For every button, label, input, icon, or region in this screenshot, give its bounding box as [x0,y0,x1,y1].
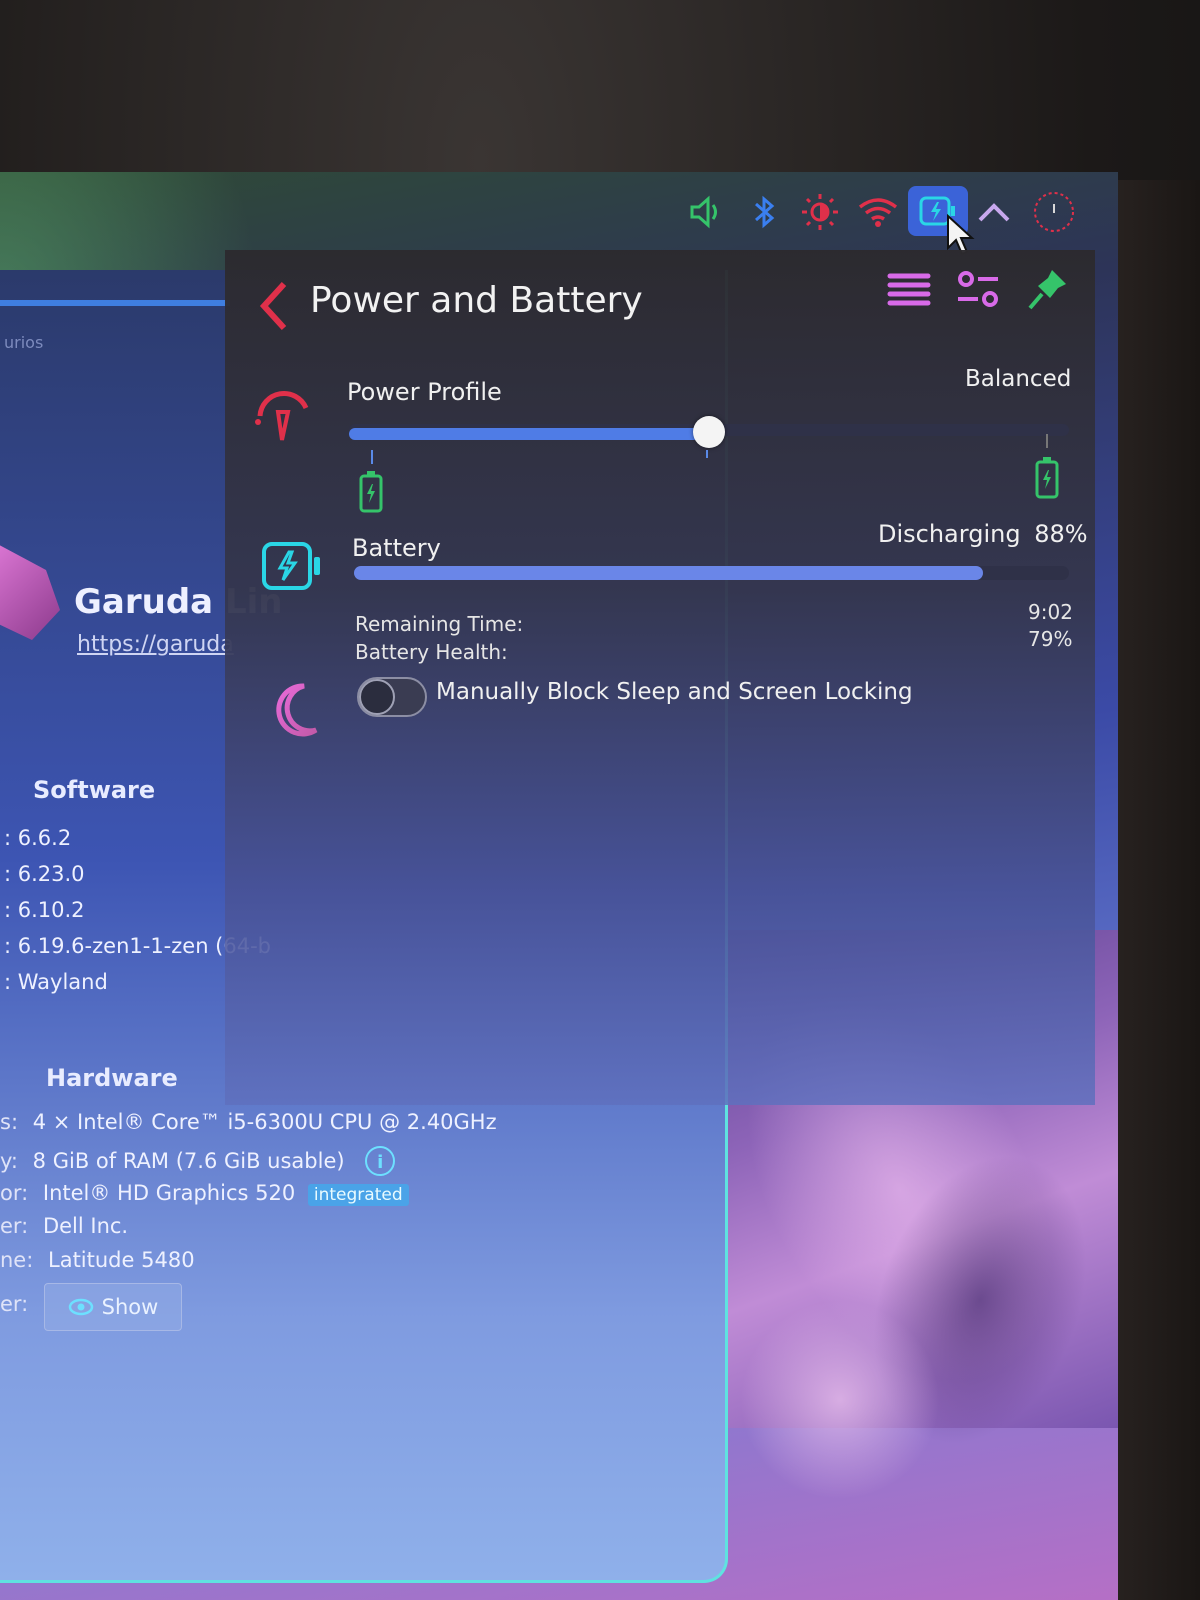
hardware-row-product: ne: Latitude 5480 [0,1248,195,1272]
hardware-key: ne: [0,1248,34,1272]
moon-icon [276,683,318,737]
hardware-row-memory: y: 8 GiB of RAM (7.6 GiB usable) i [0,1146,396,1176]
hardware-value: Dell Inc. [42,1214,129,1238]
hardware-value: 4 × Intel® Core™ i5-6300U CPU @ 2.40GHz [32,1110,497,1134]
hardware-key: er: [0,1292,29,1316]
window-accent-strip [0,300,230,306]
battery-percent: 88% [1034,520,1088,548]
slider-tick [706,450,708,458]
slider-tick [371,450,373,464]
battery-status-text: Discharging [878,520,1021,548]
power-profile-slider-handle[interactable] [693,416,725,448]
settings-sliders-icon[interactable] [954,268,1002,312]
hardware-value: 8 GiB of RAM (7.6 GiB usable) [32,1149,345,1173]
power-profile-fill [349,428,709,440]
wallpaper-feather [740,1300,940,1500]
sleep-block-toggle[interactable] [357,677,427,717]
battery-health-value: 79% [1028,627,1073,651]
slider-tick [1046,434,1048,448]
battery-status: Discharging 88% [878,520,1088,548]
wifi-icon[interactable] [856,190,900,234]
expand-arrow-icon[interactable] [972,190,1016,234]
bluetooth-icon[interactable] [742,190,786,234]
remaining-time-value: 9:02 [1028,600,1073,624]
power-saver-battery-icon[interactable] [358,470,384,514]
power-profile-value: Balanced [965,366,1072,392]
hardware-row-manufacturer: er: Dell Inc. [0,1214,128,1238]
sleep-block-label: Manually Block Sleep and Screen Locking [436,679,913,705]
software-row-graphics: : Wayland [4,970,108,994]
info-icon[interactable]: i [365,1146,396,1176]
battery-level-fill [354,566,983,580]
remaining-time-label: Remaining Time: [355,612,524,636]
hardware-row-serial: er: [0,1292,28,1316]
battery-label: Battery [352,534,441,562]
clock-icon[interactable] [1032,190,1076,234]
power-profile-gauge-icon [255,390,309,441]
show-button-label: Show [101,1295,159,1319]
hardware-key: er: [0,1214,29,1238]
eye-icon [68,1298,93,1316]
performance-battery-icon[interactable] [1034,456,1060,500]
os-url-link[interactable]: https://garuda [77,632,234,657]
hardware-key: y: [0,1149,18,1173]
software-row-qt: : 6.10.2 [4,898,85,922]
power-profile-label: Power Profile [347,378,502,406]
hardware-key: s: [0,1110,19,1134]
back-arrow-icon[interactable] [254,280,294,332]
hardware-key: or: [0,1181,29,1205]
menu-icon[interactable] [886,270,932,310]
hardware-heading: Hardware [46,1064,178,1092]
show-serial-button[interactable]: Show [44,1283,182,1331]
software-heading: Software [33,776,156,804]
hardware-row-gpu: or: Intel® HD Graphics 520 integrated [0,1181,409,1206]
system-tray [680,186,1090,238]
pin-icon[interactable] [1026,266,1070,312]
popup-title: Power and Battery [310,280,643,321]
hardware-value: Intel® HD Graphics 520 [42,1181,296,1205]
brightness-icon[interactable] [798,190,842,234]
software-row-plasma: : 6.6.2 [4,826,72,850]
battery-status-icon [262,542,320,590]
volume-icon[interactable] [684,190,728,234]
toggle-knob [359,679,395,715]
battery-health-label: Battery Health: [355,640,508,664]
integrated-badge: integrated [307,1184,409,1206]
hardware-value: Latitude 5480 [48,1248,195,1272]
search-field[interactable]: urios [0,315,230,352]
hardware-row-processors: s: 4 × Intel® Core™ i5-6300U CPU @ 2.40G… [0,1110,497,1134]
software-row-frameworks: : 6.23.0 [4,862,85,886]
